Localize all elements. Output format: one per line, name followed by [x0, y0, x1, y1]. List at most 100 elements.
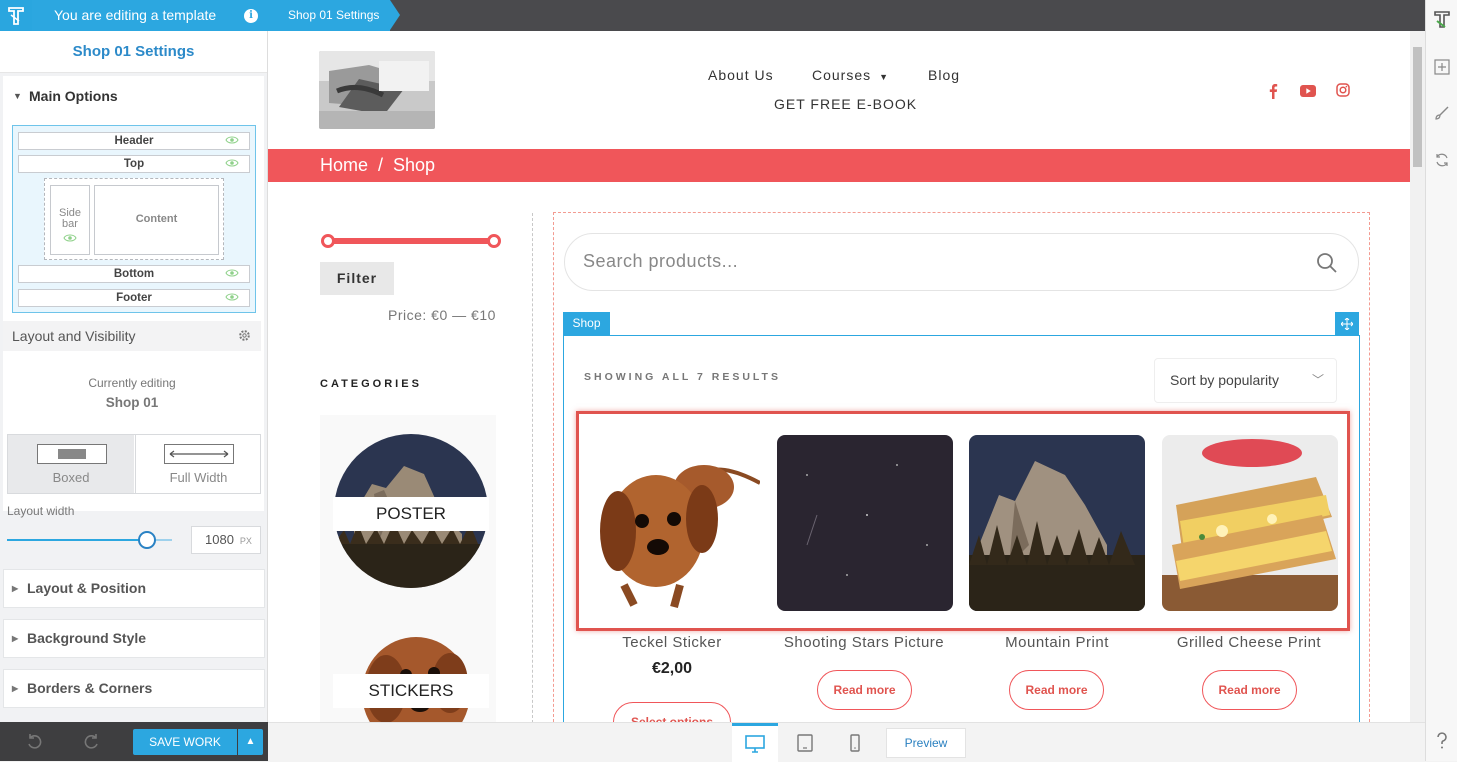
shop-module-tag[interactable]: Shop [563, 312, 610, 335]
product-image-grilled-cheese[interactable] [1162, 435, 1338, 611]
product-image-mountain[interactable] [969, 435, 1145, 611]
instagram-icon[interactable] [1336, 83, 1350, 97]
boxed-option[interactable]: Boxed [8, 435, 134, 493]
brush-icon[interactable] [1432, 103, 1452, 123]
move-handle-icon[interactable] [1335, 312, 1359, 335]
sort-dropdown[interactable]: Sort by popularity ﹀ [1154, 358, 1337, 403]
product-image-shooting-stars[interactable] [777, 435, 953, 611]
borders-corners-section[interactable]: ▶ Borders & Corners [3, 669, 265, 708]
read-more-button[interactable]: Read more [817, 670, 912, 710]
product-name[interactable]: Shooting Stars Picture [769, 634, 959, 651]
layout-bottom-bar[interactable]: Bottom [18, 265, 250, 283]
layout-footer-bar[interactable]: Footer [18, 289, 250, 307]
layout-width-slider-thumb[interactable] [138, 531, 157, 549]
category-poster-label[interactable]: POSTER [333, 497, 489, 531]
preview-button[interactable]: Preview [886, 728, 966, 758]
layout-inner-area: Side bar Content [44, 178, 224, 260]
banner-text: You are editing a template [54, 7, 217, 23]
add-element-icon[interactable] [1432, 57, 1452, 77]
product-name[interactable]: Mountain Print [962, 634, 1152, 651]
full-width-option[interactable]: Full Width [135, 435, 261, 493]
scrollbar-thumb[interactable] [1413, 47, 1422, 167]
read-more-button[interactable]: Read more [1009, 670, 1104, 710]
layout-top-label: Top [123, 158, 145, 170]
gear-icon[interactable] [238, 329, 251, 342]
site-logo-image[interactable] [319, 51, 435, 129]
caret-right-icon: ▶ [12, 684, 19, 693]
undo-icon[interactable] [26, 733, 42, 749]
page-breadcrumb[interactable]: Home / Shop [320, 155, 435, 175]
background-style-section[interactable]: ▶ Background Style [3, 619, 265, 658]
youtube-icon[interactable] [1300, 85, 1316, 97]
select-options-button[interactable]: Select options [613, 702, 731, 722]
full-width-icon [164, 444, 234, 464]
results-count: SHOWING ALL 7 RESULTS [584, 371, 781, 383]
nav-courses-label: Courses [812, 67, 872, 83]
sort-selected-value: Sort by popularity [1170, 372, 1279, 388]
app-logo-icon[interactable] [1432, 10, 1452, 30]
layout-width-input[interactable]: 1080 PX [191, 526, 261, 554]
chevron-down-icon: ▼ [879, 72, 890, 82]
refresh-icon[interactable] [1432, 150, 1452, 170]
search-icon[interactable] [1316, 252, 1338, 274]
save-options-chevron-icon[interactable]: ▲ [238, 729, 263, 755]
filter-button[interactable]: Filter [320, 262, 394, 295]
current-template-name: Shop 01 [105, 395, 159, 410]
price-range-slider[interactable] [321, 234, 501, 248]
width-mode-toggle: Boxed Full Width [7, 434, 261, 494]
layout-content-block[interactable]: Content [94, 185, 219, 255]
section-label: Background Style [27, 630, 147, 646]
layout-sidebar-block[interactable]: Side bar [50, 185, 90, 255]
caret-right-icon: ▶ [12, 634, 19, 643]
eye-icon[interactable] [225, 135, 239, 145]
main-options-header[interactable]: ▼ Main Options [3, 76, 264, 116]
caret-down-icon: ▼ [13, 91, 22, 101]
layout-top-bar[interactable]: Top [18, 155, 250, 173]
save-work-button[interactable]: SAVE WORK [133, 729, 237, 755]
main-options-label: Main Options [29, 88, 118, 104]
product-image-teckel[interactable] [584, 435, 760, 611]
product-price: €2,00 [651, 660, 693, 677]
settings-breadcrumb[interactable]: Shop 01 Settings [268, 0, 400, 31]
product-name[interactable]: Grilled Cheese Print [1154, 634, 1344, 651]
boxed-label: Boxed [52, 470, 90, 485]
layout-visibility-row[interactable]: Layout and Visibility [3, 321, 261, 351]
facebook-icon[interactable] [1266, 83, 1280, 99]
section-label: Layout & Position [27, 580, 146, 596]
price-max-handle[interactable] [487, 234, 501, 248]
layout-visibility-label: Layout and Visibility [12, 328, 136, 344]
desktop-view-icon[interactable] [732, 723, 778, 762]
layout-position-section[interactable]: ▶ Layout & Position [3, 569, 265, 608]
category-stickers-label[interactable]: STICKERS [333, 674, 489, 708]
price-range-label: Price: €0 — €10 [388, 307, 496, 323]
nav-courses[interactable]: Courses ▼ [812, 67, 889, 83]
eye-icon[interactable] [63, 233, 77, 243]
eye-icon[interactable] [225, 292, 239, 302]
redo-icon[interactable] [84, 733, 100, 749]
editing-template-banner: You are editing a template [32, 0, 268, 31]
product-name[interactable]: Teckel Sticker [577, 634, 767, 651]
tablet-view-icon[interactable] [782, 723, 828, 762]
layout-width-slider[interactable] [7, 531, 172, 549]
nav-about-us[interactable]: About Us [708, 67, 774, 83]
mobile-view-icon[interactable] [832, 723, 878, 762]
read-more-button[interactable]: Read more [1202, 670, 1297, 710]
categories-title: CATEGORIES [320, 378, 422, 390]
app-logo-icon[interactable] [0, 0, 32, 31]
price-min-handle[interactable] [321, 234, 335, 248]
info-icon[interactable]: i [244, 9, 258, 23]
category-list: POSTER STICKERS [320, 415, 496, 722]
eye-icon[interactable] [225, 268, 239, 278]
device-preview-bar: Preview [268, 722, 1425, 762]
layout-header-bar[interactable]: Header [18, 132, 250, 150]
product-search-input[interactable]: Search products... [564, 233, 1359, 291]
search-placeholder: Search products... [583, 251, 739, 271]
nav-blog[interactable]: Blog [928, 67, 960, 83]
help-icon[interactable] [1432, 731, 1452, 751]
nav-free-ebook[interactable]: GET FREE E-BOOK [774, 96, 917, 112]
layout-width-slider-fill [7, 539, 148, 541]
page-scrollbar[interactable] [1410, 31, 1425, 722]
layout-footer-label: Footer [116, 292, 152, 304]
layout-diagram: Header Top Side bar Content Bottom Footer [12, 125, 256, 313]
eye-icon[interactable] [225, 158, 239, 168]
